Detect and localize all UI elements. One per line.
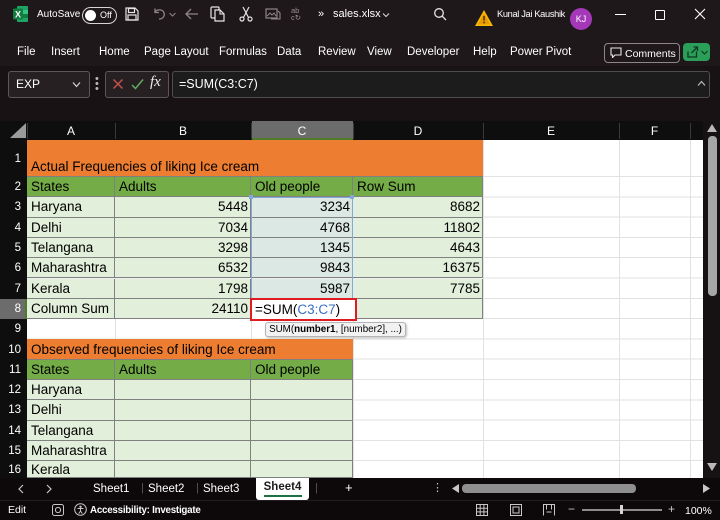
svg-text:X: X (15, 10, 21, 20)
